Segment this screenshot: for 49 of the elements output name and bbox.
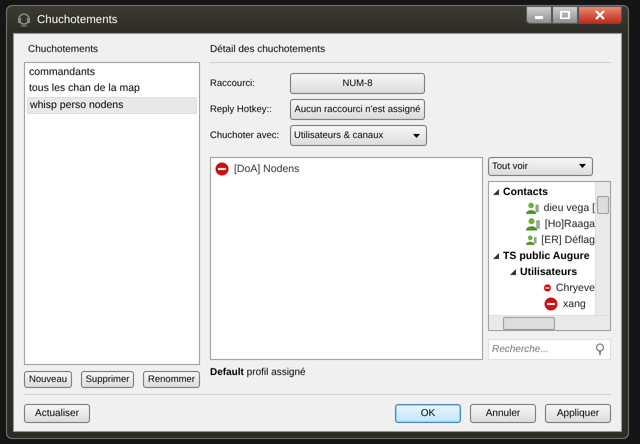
- minimize-button[interactable]: [526, 6, 552, 24]
- list-item[interactable]: commandants: [27, 65, 197, 81]
- expanded-icon[interactable]: [510, 268, 516, 275]
- profile-text: Default profil assigné: [210, 367, 307, 380]
- tree-item[interactable]: Chryeve: [556, 282, 595, 294]
- hotkey-button[interactable]: NUM-8: [290, 73, 425, 94]
- button[interactable]: Annuler: [470, 404, 536, 423]
- button[interactable]: Actualiser: [24, 404, 90, 423]
- field-label: Chuchoter avec:: [210, 130, 280, 141]
- close-button[interactable]: [578, 6, 622, 24]
- button[interactable]: Appliquer: [545, 404, 611, 423]
- list-item[interactable]: whisp perso nodens: [27, 97, 197, 114]
- caret-icon: [579, 164, 586, 168]
- tree-item[interactable]: [ER] Déflag: [541, 234, 595, 246]
- button[interactable]: OK: [395, 404, 461, 423]
- field-label: Raccourci:: [210, 78, 256, 89]
- caret-icon: [413, 134, 420, 138]
- button[interactable]: Nouveau: [24, 371, 72, 388]
- window-title: Chuchotements: [37, 14, 118, 26]
- button[interactable]: Supprimer: [80, 371, 134, 388]
- section-heading: Chuchotements: [28, 44, 100, 56]
- dropdown[interactable]: Utilisateurs & canaux: [290, 125, 427, 146]
- maximize-icon: [560, 11, 570, 19]
- tree-item[interactable]: [Ho]Raaga: [544, 218, 595, 230]
- tree-group[interactable]: Contacts: [503, 186, 548, 198]
- search-icon: [595, 343, 605, 356]
- tree-item[interactable]: dieu vega [: [544, 202, 595, 214]
- expanded-icon[interactable]: [493, 188, 499, 195]
- vertical-scrollbar[interactable]: [595, 182, 610, 315]
- tree-group[interactable]: TS public Augure: [503, 250, 590, 262]
- expanded-icon[interactable]: [493, 252, 499, 259]
- close-icon: [594, 10, 606, 20]
- field-label: Reply Hotkey::: [210, 104, 273, 115]
- hotkey-button[interactable]: Aucun raccourci n'est assigné: [290, 99, 425, 120]
- list-item[interactable]: tous les chan de la map: [27, 81, 197, 97]
- tree-item[interactable]: xang: [563, 298, 586, 310]
- contact-icon: [526, 216, 541, 231]
- tree-group[interactable]: Utilisateurs: [520, 266, 578, 278]
- maximize-button[interactable]: [552, 6, 578, 24]
- filter-dropdown[interactable]: Tout voir: [488, 157, 593, 176]
- user-name[interactable]: [DoA] Nodens: [234, 163, 300, 175]
- contact-icon: [526, 232, 538, 247]
- search-field[interactable]: Recherche...: [488, 339, 611, 360]
- horizontal-scrollbar[interactable]: [489, 315, 610, 330]
- section-heading: Détail des chuchotements: [210, 44, 611, 63]
- headset-icon: [17, 12, 31, 28]
- contact-icon: [526, 200, 540, 215]
- button[interactable]: Renommer: [142, 371, 200, 388]
- status-icon: [543, 296, 559, 311]
